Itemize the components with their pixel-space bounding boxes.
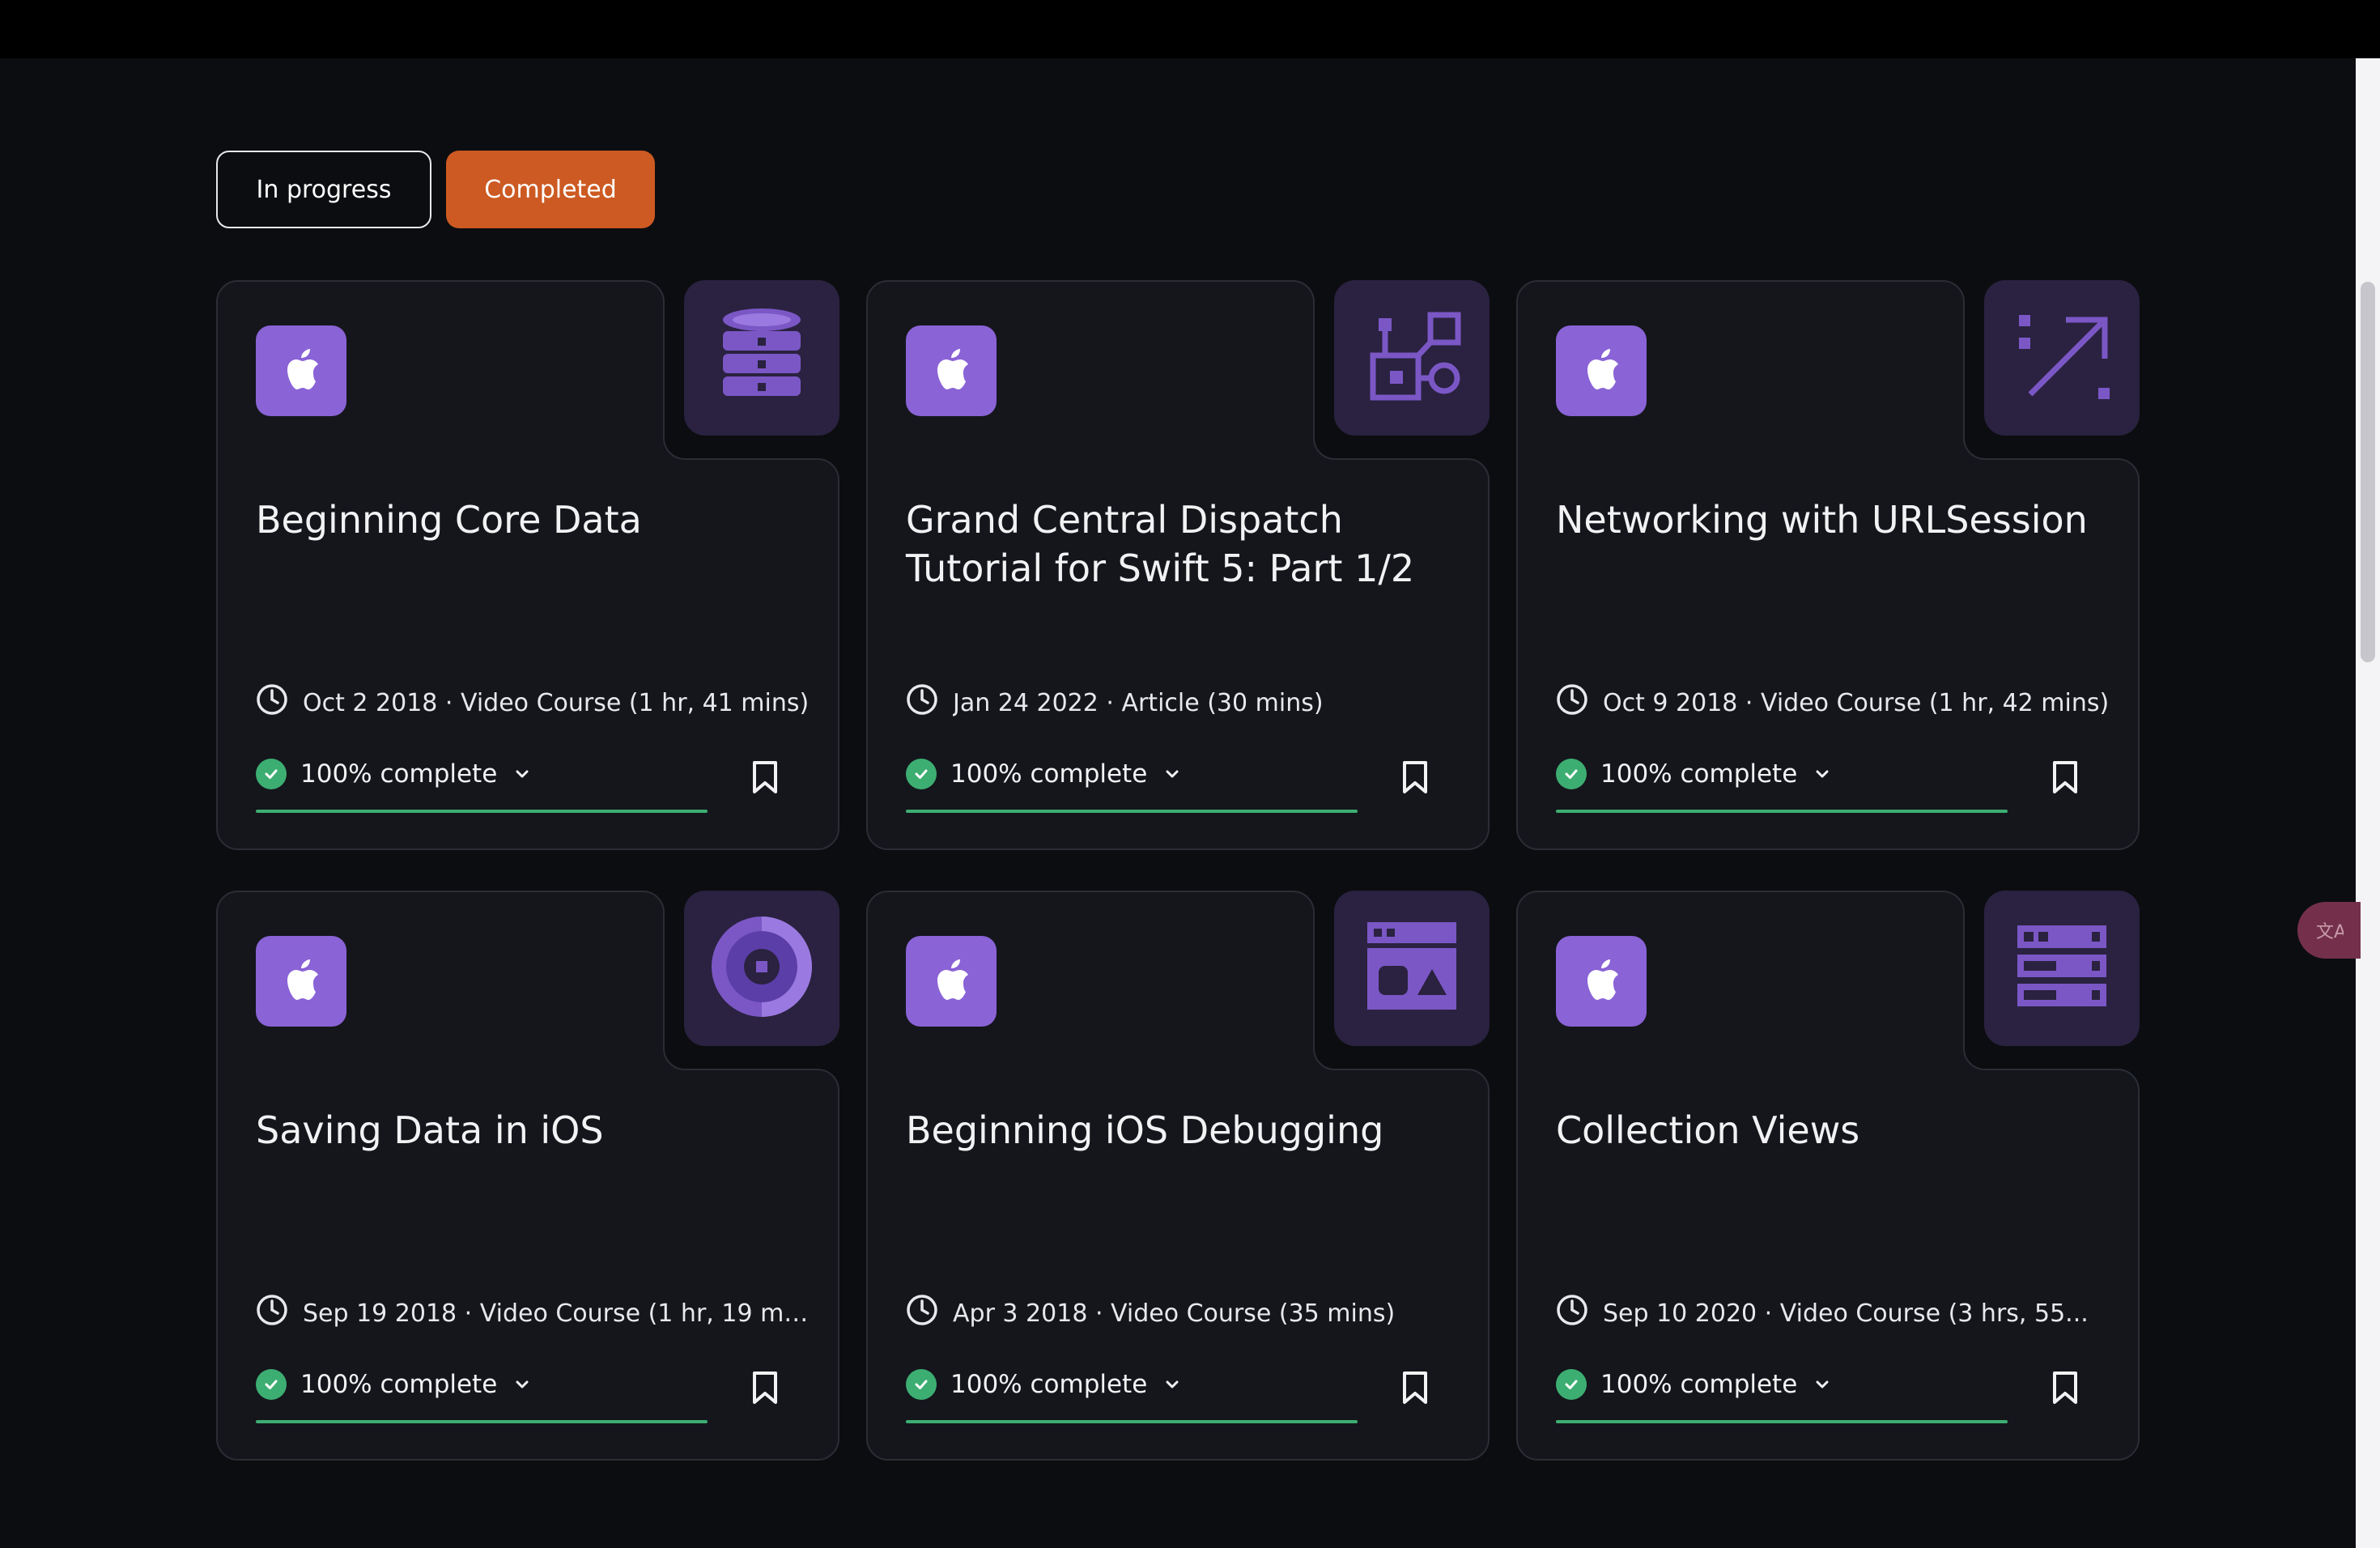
progress-label: 100% complete (950, 1370, 1148, 1399)
progress-dropdown[interactable]: 100% complete (256, 1368, 709, 1401)
apple-icon (1556, 936, 1647, 1027)
course-artwork (1334, 891, 1490, 1046)
course-meta: Jan 24 2022 · Article (30 mins) (906, 683, 1464, 722)
course-title[interactable]: Grand Central Dispatch Tutorial for Swif… (906, 495, 1440, 593)
course-artwork (1984, 280, 2140, 436)
clock-icon (906, 1294, 938, 1333)
course-meta-text: Oct 9 2018 · Video Course (1 hr, 42 mins… (1603, 688, 2110, 717)
progress-bar-fill (1556, 810, 2008, 813)
disc-icon (701, 906, 822, 1031)
progress-bar (256, 1420, 708, 1423)
progress-bar (256, 810, 708, 813)
bookmark-icon[interactable] (749, 1368, 781, 1407)
course-meta: Oct 9 2018 · Video Course (1 hr, 42 mins… (1556, 683, 2114, 722)
bookmark-icon[interactable] (2049, 758, 2081, 797)
course-card[interactable]: Grand Central Dispatch Tutorial for Swif… (866, 280, 1490, 850)
course-card[interactable]: Collection Views Sep 10 2020 · Video Cou… (1516, 891, 2140, 1461)
translate-icon[interactable]: 文A (2297, 902, 2361, 959)
course-card[interactable]: Networking with URLSession Oct 9 2018 · … (1516, 280, 2140, 850)
apple-icon (256, 325, 346, 416)
progress-bar (1556, 810, 2008, 813)
course-meta: Sep 10 2020 · Video Course (3 hrs, 55... (1556, 1295, 2114, 1331)
apple-icon (906, 325, 997, 416)
arrow-up-right-icon (2001, 304, 2123, 412)
course-meta-text: Apr 3 2018 · Video Course (35 mins) (953, 1299, 1396, 1328)
chevron-down-icon[interactable] (1165, 1380, 1179, 1389)
layout-shapes-icon (1351, 914, 1473, 1023)
course-card[interactable]: Beginning iOS Debugging Apr 3 2018 · Vid… (866, 891, 1490, 1461)
progress-bar-fill (1556, 1420, 2008, 1423)
top-bar (0, 0, 2380, 58)
apple-icon (256, 936, 346, 1027)
svg-text:文A: 文A (2316, 922, 2344, 942)
chevron-down-icon[interactable] (1165, 769, 1179, 779)
progress-bar (906, 1420, 1358, 1423)
clock-icon (906, 683, 938, 722)
progress-bar (1556, 1420, 2008, 1423)
bookmark-icon[interactable] (1399, 758, 1431, 797)
course-card[interactable]: Saving Data in iOS Sep 19 2018 · Video C… (216, 891, 839, 1461)
chevron-down-icon[interactable] (515, 769, 529, 779)
filter-in-progress-button[interactable]: In progress (216, 151, 431, 228)
progress-dropdown[interactable]: 100% complete (906, 758, 1359, 790)
progress-bar-fill (906, 810, 1358, 813)
progress-label: 100% complete (950, 759, 1148, 789)
database-icon (701, 304, 822, 412)
course-title[interactable]: Saving Data in iOS (256, 1106, 790, 1155)
chevron-down-icon[interactable] (1815, 769, 1830, 779)
progress-label: 100% complete (300, 1370, 498, 1399)
progress-bar-fill (906, 1420, 1358, 1423)
scrollbar-thumb[interactable] (2361, 282, 2375, 662)
clock-icon (1556, 1294, 1588, 1333)
course-meta: Sep 19 2018 · Video Course (1 hr, 19 min… (256, 1295, 814, 1331)
progress-label: 100% complete (300, 759, 498, 789)
course-artwork (684, 891, 839, 1046)
check-circle-icon (1556, 759, 1587, 789)
progress-dropdown[interactable]: 100% complete (1556, 758, 2009, 790)
course-artwork (1334, 280, 1490, 436)
clock-icon (256, 1294, 288, 1333)
progress-label: 100% complete (1600, 1370, 1798, 1399)
clock-icon (256, 683, 288, 722)
course-artwork (1984, 891, 2140, 1046)
filter-completed-button[interactable]: Completed (446, 151, 655, 228)
course-title[interactable]: Beginning Core Data (256, 495, 790, 544)
course-title[interactable]: Beginning iOS Debugging (906, 1106, 1440, 1155)
list-rows-icon (2001, 914, 2123, 1023)
progress-bar-fill (256, 810, 708, 813)
check-circle-icon (906, 1369, 937, 1400)
progress-bar (906, 810, 1358, 813)
chevron-down-icon[interactable] (1815, 1380, 1830, 1389)
course-title[interactable]: Collection Views (1556, 1106, 2090, 1155)
course-artwork (684, 280, 839, 436)
progress-dropdown[interactable]: 100% complete (1556, 1368, 2009, 1401)
progress-dropdown[interactable]: 100% complete (906, 1368, 1359, 1401)
course-meta: Oct 2 2018 · Video Course (1 hr, 41 mins… (256, 683, 814, 722)
flow-diagram-icon (1351, 304, 1473, 412)
chevron-down-icon[interactable] (515, 1380, 529, 1389)
course-meta-text: Sep 10 2020 · Video Course (3 hrs, 55... (1603, 1299, 2089, 1328)
check-circle-icon (1556, 1369, 1587, 1400)
clock-icon (1556, 683, 1588, 722)
course-meta-text: Jan 24 2022 · Article (30 mins) (953, 688, 1324, 717)
apple-icon (1556, 325, 1647, 416)
check-circle-icon (256, 759, 287, 789)
course-card[interactable]: Beginning Core Data Oct 2 2018 · Video C… (216, 280, 839, 850)
bookmark-icon[interactable] (2049, 1368, 2081, 1407)
course-meta: Apr 3 2018 · Video Course (35 mins) (906, 1295, 1464, 1331)
progress-bar-fill (256, 1420, 708, 1423)
course-meta-text: Sep 19 2018 · Video Course (1 hr, 19 min… (303, 1299, 814, 1328)
course-meta-text: Oct 2 2018 · Video Course (1 hr, 41 mins… (303, 688, 810, 717)
bookmark-icon[interactable] (1399, 1368, 1431, 1407)
progress-label: 100% complete (1600, 759, 1798, 789)
progress-dropdown[interactable]: 100% complete (256, 758, 709, 790)
course-title[interactable]: Networking with URLSession (1556, 495, 2090, 544)
check-circle-icon (256, 1369, 287, 1400)
check-circle-icon (906, 759, 937, 789)
bookmark-icon[interactable] (749, 758, 781, 797)
apple-icon (906, 936, 997, 1027)
